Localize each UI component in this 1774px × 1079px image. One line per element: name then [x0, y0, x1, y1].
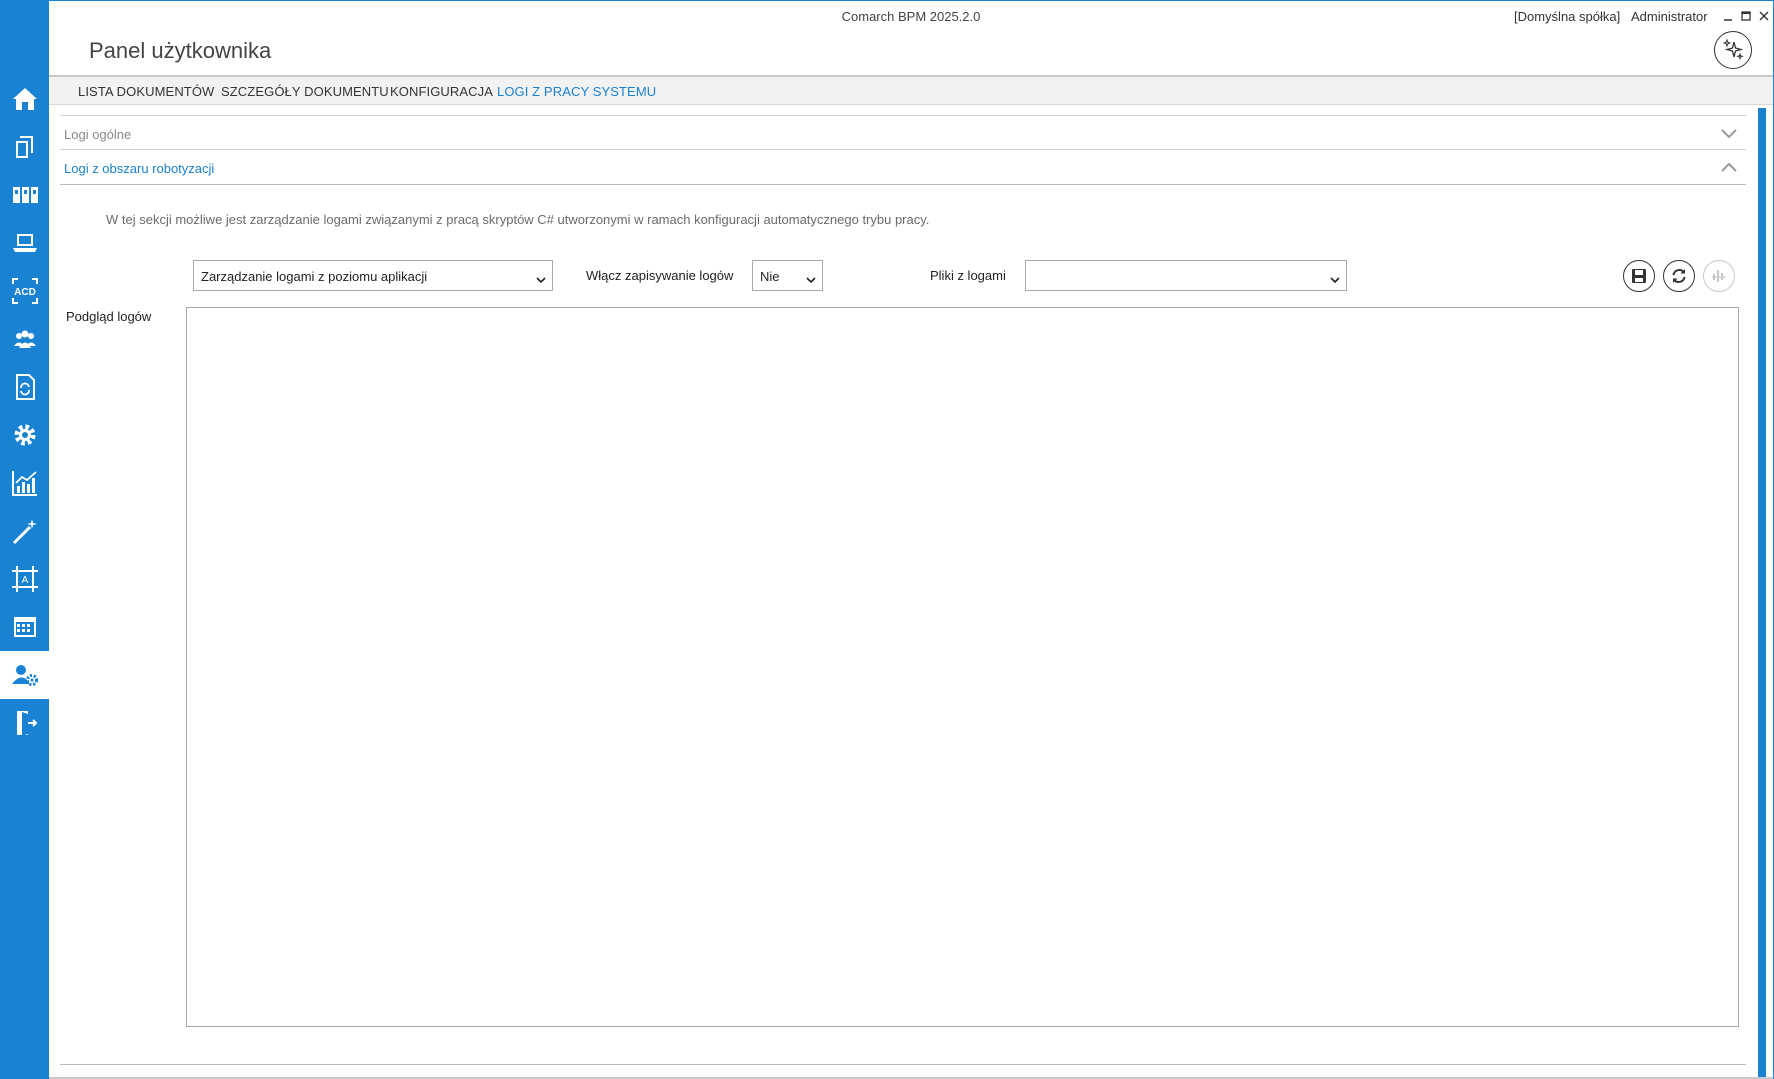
calendar-icon: [13, 617, 36, 637]
chevron-down-icon: [536, 277, 546, 284]
library-icon: [12, 187, 38, 203]
close-icon: [1759, 11, 1769, 21]
log-management-mode-select[interactable]: Zarządzanie logami z poziomu aplikacji: [193, 260, 553, 291]
sidebar-item-documents[interactable]: [0, 123, 49, 171]
magic-wand-icon: [12, 519, 37, 545]
sidebar-item-document-sync[interactable]: [0, 363, 49, 411]
save-logs-label: Włącz zapisywanie logów: [586, 268, 734, 283]
sidebar-item-designer[interactable]: A: [0, 555, 49, 603]
home-icon: [12, 88, 37, 110]
dropdown-arrow: [536, 272, 546, 284]
tab-system-logs[interactable]: LOGI Z PRACY SYSTEMU: [497, 84, 656, 99]
chevron-down-icon: [1721, 129, 1737, 139]
chevron-up-icon: [1721, 162, 1737, 172]
laptop-icon: [12, 234, 37, 252]
log-files-label: Pliki z logami: [930, 268, 1006, 283]
page-title: Panel użytkownika: [89, 38, 272, 63]
selected-value: Nie: [760, 269, 780, 284]
vertical-scrollbar[interactable]: [1758, 108, 1766, 1078]
user-name[interactable]: Administrator: [1631, 9, 1708, 24]
sidebar-item-workstation[interactable]: [0, 219, 49, 267]
tab-document-details[interactable]: SZCZEGÓŁY DOKUMENTU: [221, 84, 389, 99]
sidebar-item-users[interactable]: [0, 315, 49, 363]
section-title: Logi z obszaru robotyzacji: [64, 161, 215, 176]
selected-value: Zarządzanie logami z poziomu aplikacji: [201, 269, 428, 284]
acd-icon: ACD: [11, 278, 38, 304]
section-general-logs-header[interactable]: Logi ogólne: [60, 115, 1746, 150]
minimize-button[interactable]: [1722, 9, 1734, 23]
expand-toggle[interactable]: [1720, 126, 1738, 140]
stats-icon: [1712, 270, 1726, 282]
sparkles-icon: [1722, 38, 1744, 61]
log-files-select[interactable]: [1025, 260, 1347, 291]
collapse-toggle[interactable]: [1720, 160, 1738, 174]
dropdown-arrow: [806, 272, 816, 284]
ai-assistant-button[interactable]: [1714, 31, 1752, 69]
sidebar-item-calendar[interactable]: [0, 603, 49, 651]
tab-bar: LISTA DOKUMENTÓW SZCZEGÓŁY DOKUMENTU KON…: [49, 75, 1773, 105]
maximize-button[interactable]: [1740, 9, 1752, 23]
sidebar-item-settings[interactable]: [0, 411, 49, 459]
refresh-button[interactable]: [1663, 260, 1695, 292]
sidebar-item-user-panel[interactable]: [0, 651, 49, 699]
save-logs-select[interactable]: Nie: [752, 260, 823, 291]
tab-configuration[interactable]: KONFIGURACJA: [390, 84, 493, 99]
minimize-icon: [1724, 19, 1732, 21]
sidebar-item-acd[interactable]: ACD: [0, 267, 49, 315]
sidebar-item-wizard[interactable]: [0, 507, 49, 555]
save-icon: [1632, 269, 1646, 283]
documents-icon: [15, 136, 33, 158]
sidebar-item-exit[interactable]: [0, 699, 49, 747]
company-selector[interactable]: [Domyślna spółka]: [1514, 9, 1620, 24]
chevron-down-icon: [1330, 277, 1340, 284]
gear-icon: [14, 424, 35, 446]
maximize-icon: [1741, 11, 1751, 21]
svg-text:ACD: ACD: [14, 287, 36, 298]
document-sync-icon: [15, 374, 35, 400]
chevron-down-icon: [806, 277, 816, 284]
sidebar-nav: ACD A: [0, 0, 49, 1079]
refresh-icon: [1672, 269, 1686, 283]
window-controls: [1722, 9, 1770, 23]
tab-document-list[interactable]: LISTA DOKUMENTÓW: [78, 84, 214, 99]
svg-text:A: A: [21, 575, 28, 586]
chart-icon: [11, 471, 37, 496]
section-robotization-logs-header[interactable]: Logi z obszaru robotyzacji: [60, 150, 1746, 185]
sidebar-item-library[interactable]: [0, 171, 49, 219]
sidebar-item-home[interactable]: [0, 75, 49, 123]
section-title: Logi ogólne: [64, 127, 132, 142]
users-icon: [13, 330, 36, 348]
log-statistics-button[interactable]: [1703, 260, 1735, 292]
user-settings-icon: [11, 665, 38, 686]
dropdown-arrow: [1330, 272, 1340, 284]
exit-icon: [16, 711, 37, 736]
sidebar-item-reports[interactable]: [0, 459, 49, 507]
log-preview-label: Podgląd logów: [66, 309, 152, 324]
designer-icon: A: [11, 566, 38, 592]
close-button[interactable]: [1758, 9, 1770, 23]
log-preview-area[interactable]: [186, 307, 1739, 1027]
section-description: W tej sekcji możliwe jest zarządzanie lo…: [106, 212, 930, 227]
save-button[interactable]: [1623, 260, 1655, 292]
title-bar: Comarch BPM 2025.2.0 [Domyślna spółka] A…: [49, 1, 1773, 31]
section-divider: [60, 1064, 1746, 1065]
